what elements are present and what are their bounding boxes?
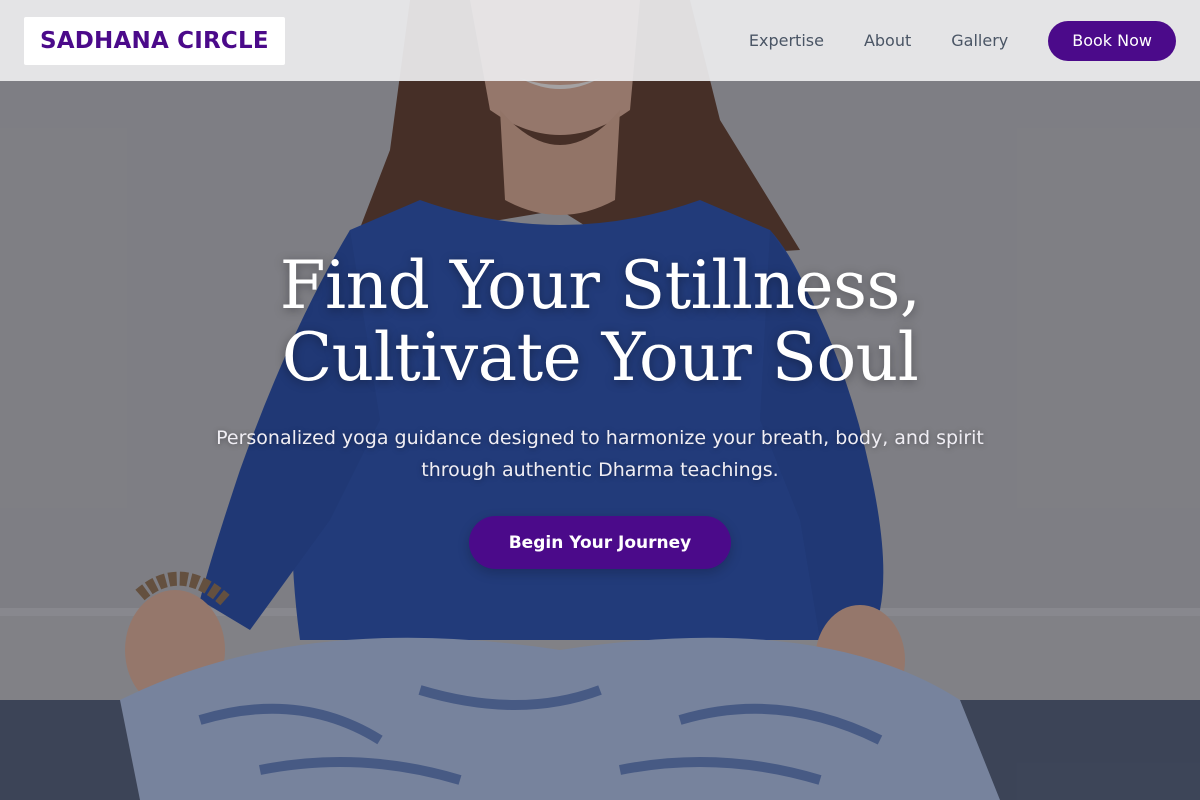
nav-link-expertise[interactable]: Expertise [749,31,824,50]
book-now-button[interactable]: Book Now [1048,20,1176,61]
nav-link-gallery[interactable]: Gallery [951,31,1008,50]
nav-link-about[interactable]: About [864,31,911,50]
top-navigation-bar: SADHANA CIRCLE Expertise About Gallery B… [0,0,1200,81]
brand-name: SADHANA CIRCLE [40,27,269,54]
brand-logo[interactable]: SADHANA CIRCLE [24,16,285,65]
nav-menu: Expertise About Gallery Book Now [749,20,1176,61]
hero-headline-line-2: Cultivate Your Soul [281,319,919,396]
hero-headline-line-1: Find Your Stillness, [279,247,921,324]
begin-journey-button[interactable]: Begin Your Journey [468,516,732,569]
hero-subtext: Personalized yoga guidance designed to h… [216,427,984,481]
hero-content: Find Your Stillness, Cultivate Your Soul… [0,250,1200,569]
hero-headline: Find Your Stillness, Cultivate Your Soul [0,250,1200,394]
